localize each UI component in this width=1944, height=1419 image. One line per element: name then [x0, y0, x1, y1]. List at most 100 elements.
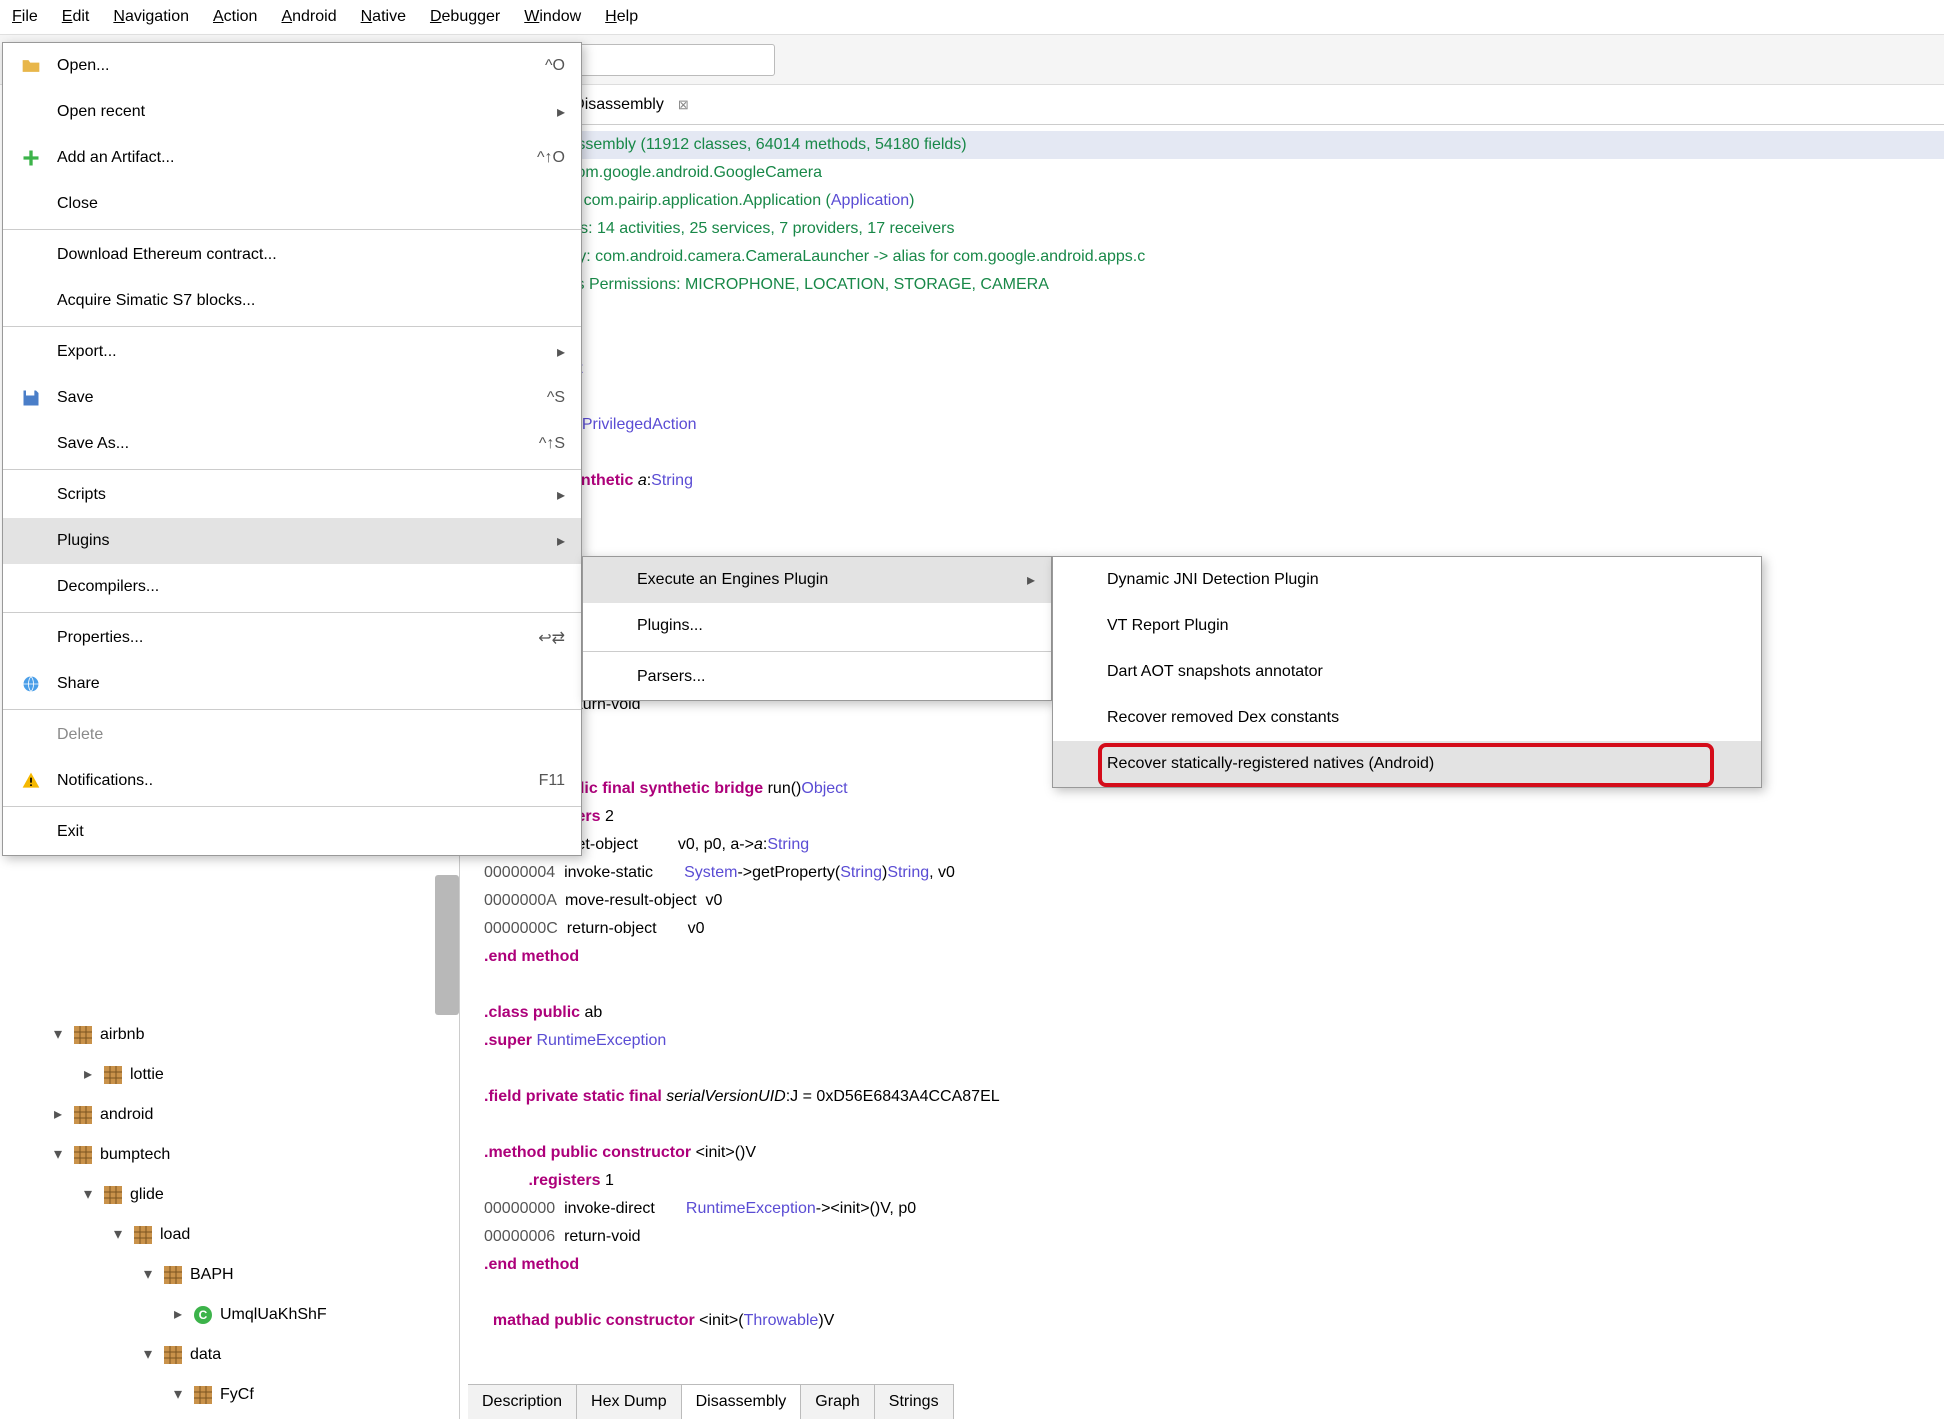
highlight-box [1098, 743, 1714, 787]
menu-item-share[interactable]: Share [3, 661, 581, 707]
package-icon [164, 1346, 182, 1364]
tree-node[interactable]: ▾ bumptech [0, 1135, 460, 1175]
menu-accelerator: F11 [539, 772, 565, 790]
menu-action[interactable]: Action [213, 8, 257, 26]
menu-item-save-as[interactable]: Save As...^↑S [3, 421, 581, 467]
tree-label: wlUqabedpaSD [250, 1415, 361, 1419]
menu-item-add-an-artifact[interactable]: Add an Artifact...^↑O [3, 135, 581, 181]
bottom-tab-hex-dump[interactable]: Hex Dump [577, 1385, 682, 1419]
menu-item-label: Execute an Engines Plugin [637, 571, 989, 589]
tree-label: load [160, 1215, 190, 1255]
menu-item-plugins[interactable]: Plugins... [583, 603, 1051, 649]
menu-item-properties[interactable]: Properties...↩⇄ [3, 615, 581, 661]
tree-twisty-icon[interactable]: ▾ [170, 1375, 186, 1415]
bottom-tab-strings[interactable]: Strings [875, 1385, 954, 1419]
file-menu: Open...^OOpen recent▸Add an Artifact...^… [2, 42, 582, 856]
menu-item-label: Open recent [57, 103, 519, 121]
submenu-arrow-icon: ▸ [557, 342, 565, 362]
tree-label: bumptech [100, 1135, 170, 1175]
tree-node[interactable]: ▾airbnb [0, 1015, 460, 1055]
menu-item-label: Plugins [57, 532, 519, 550]
menu-item-label: Dynamic JNI Detection Plugin [1107, 571, 1745, 589]
menu-item-label: Recover removed Dex constants [1107, 709, 1745, 727]
menu-item-scripts[interactable]: Scripts▸ [3, 472, 581, 518]
menu-native[interactable]: Native [361, 8, 406, 26]
menu-item-label: Scripts [57, 486, 519, 504]
package-tree[interactable]: ▾airbnb▸lottie▸android▾bumptech▾glide▾lo… [0, 1015, 460, 1419]
menu-item-label: Notifications.. [57, 772, 485, 790]
menu-item-save[interactable]: Save^S [3, 375, 581, 421]
menu-file[interactable]: File [12, 8, 38, 26]
menu-item-label: Parsers... [637, 668, 1035, 686]
menu-accelerator: ^S [547, 389, 565, 407]
tree-node[interactable]: ▾ FyCf [0, 1375, 460, 1415]
bottom-tab-description[interactable]: Description [468, 1385, 577, 1419]
menu-item-label: Open... [57, 57, 491, 75]
menu-item-label: Export... [57, 343, 519, 361]
menu-debugger[interactable]: Debugger [430, 8, 500, 26]
menu-item-dynamic-jni-detection-plugin[interactable]: Dynamic JNI Detection Plugin [1053, 557, 1761, 603]
menu-help[interactable]: Help [605, 8, 638, 26]
menu-item-execute-an-engines-plugin[interactable]: Execute an Engines Plugin▸ [583, 557, 1051, 603]
package-icon [164, 1266, 182, 1284]
tree-node[interactable]: ▸CUmqlUaKhShF [0, 1295, 460, 1335]
tree-node[interactable]: ▾data [0, 1335, 460, 1375]
menu-item-label: Add an Artifact... [57, 149, 483, 167]
submenu-arrow-icon: ▸ [557, 102, 565, 122]
menu-item-parsers[interactable]: Parsers... [583, 654, 1051, 700]
menu-item-download-ethereum-contract[interactable]: Download Ethereum contract... [3, 232, 581, 278]
menu-item-open-recent[interactable]: Open recent ▸ [3, 89, 581, 135]
menu-window[interactable]: Window [524, 8, 581, 26]
bottom-tab-graph[interactable]: Graph [801, 1385, 874, 1419]
tree-twisty-icon[interactable]: ▾ [80, 1175, 96, 1215]
menu-item-label: Share [57, 675, 565, 693]
tree-twisty-icon[interactable]: ▾ [140, 1335, 156, 1375]
menu-item-close[interactable]: Close [3, 181, 581, 227]
package-icon [134, 1226, 152, 1244]
menu-item-label: Close [57, 195, 565, 213]
menu-item-plugins[interactable]: Plugins▸ [3, 518, 581, 564]
menubar: File Edit Navigation Action Android Native Deb… [0, 0, 1944, 35]
menu-item-dart-aot-snapshots-annotator[interactable]: Dart AOT snapshots annotator [1053, 649, 1761, 695]
menu-item-open[interactable]: Open...^O [3, 43, 581, 89]
scrollbar[interactable] [435, 875, 459, 1015]
plus-icon [19, 146, 43, 170]
editor-tab[interactable]: Bytecode/Disassembly ⊠ [460, 85, 1944, 125]
tree-twisty-icon[interactable]: ▾ [110, 1215, 126, 1255]
tree-node[interactable]: ▾ load [0, 1215, 460, 1255]
menu-item-exit[interactable]: Exit [3, 809, 581, 855]
menu-accelerator: ^↑S [539, 435, 565, 453]
package-icon [74, 1106, 92, 1124]
tree-twisty-icon[interactable]: ▸ [50, 1095, 66, 1135]
tree-label: FyCf [220, 1375, 254, 1415]
menu-edit[interactable]: Edit [62, 8, 90, 26]
close-icon[interactable]: ⊠ [678, 97, 689, 113]
tree-node[interactable]: ▸lottie [0, 1055, 460, 1095]
menu-item-acquire-simatic-s7-blocks[interactable]: Acquire Simatic S7 blocks... [3, 278, 581, 324]
tree-twisty-icon[interactable]: ▾ [140, 1255, 156, 1295]
tree-twisty-icon[interactable]: ▾ [50, 1135, 66, 1175]
tree-label: UmqlUaKhShF [220, 1295, 327, 1335]
tree-node[interactable]: CwlUqabedpaSD [0, 1415, 460, 1419]
tree-node[interactable]: ▾ glide [0, 1175, 460, 1215]
warn-icon [19, 769, 43, 793]
menu-item-label: Dart AOT snapshots annotator [1107, 663, 1745, 681]
tree-label: android [100, 1095, 153, 1135]
tree-node[interactable]: ▾BAPH [0, 1255, 460, 1295]
menu-item-vt-report-plugin[interactable]: VT Report Plugin [1053, 603, 1761, 649]
package-icon [74, 1146, 92, 1164]
tree-twisty-icon[interactable]: ▾ [50, 1015, 66, 1055]
menu-android[interactable]: Android [281, 8, 336, 26]
menu-item-label: Properties... [57, 629, 484, 647]
bottom-tab-disassembly[interactable]: Disassembly [682, 1385, 802, 1419]
menu-item-notifications[interactable]: Notifications.. F11 [3, 758, 581, 804]
bottom-tabs: DescriptionHex DumpDisassemblyGraphStrin… [468, 1384, 954, 1419]
menu-navigation[interactable]: Navigation [113, 8, 189, 26]
menu-item-decompilers[interactable]: Decompilers... [3, 564, 581, 610]
menu-item-export[interactable]: Export... ▸ [3, 329, 581, 375]
tree-twisty-icon[interactable]: ▸ [170, 1295, 186, 1335]
menu-item-recover-removed-dex-constants[interactable]: Recover removed Dex constants [1053, 695, 1761, 741]
tree-label: glide [130, 1175, 164, 1215]
tree-twisty-icon[interactable]: ▸ [80, 1055, 96, 1095]
tree-node[interactable]: ▸ android [0, 1095, 460, 1135]
